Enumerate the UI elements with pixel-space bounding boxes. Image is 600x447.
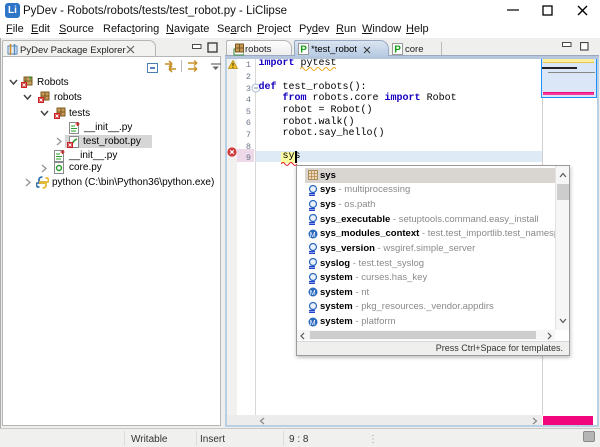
svg-text:M: M [310,232,316,239]
svg-text:P: P [300,44,307,55]
svg-text:M: M [310,290,316,297]
svg-text:M: M [310,319,316,326]
svg-text:P: P [394,45,401,56]
